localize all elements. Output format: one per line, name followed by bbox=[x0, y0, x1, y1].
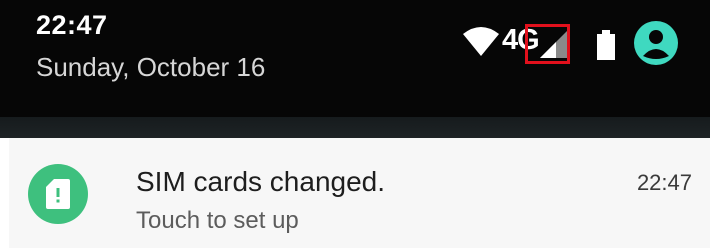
notification-text: Touch to set up bbox=[136, 207, 299, 234]
signal-highlight-box bbox=[525, 24, 570, 64]
shade-divider bbox=[0, 117, 710, 138]
notification-title: SIM cards changed. bbox=[136, 166, 386, 197]
status-date: Sunday, October 16 bbox=[36, 52, 266, 82]
status-time: 22:47 bbox=[36, 10, 108, 40]
notification-time: 22:47 bbox=[636, 170, 692, 195]
battery-icon bbox=[597, 30, 615, 60]
wifi-icon bbox=[463, 27, 499, 56]
sim-card-alert-icon bbox=[28, 164, 88, 224]
account-icon[interactable] bbox=[634, 21, 678, 65]
